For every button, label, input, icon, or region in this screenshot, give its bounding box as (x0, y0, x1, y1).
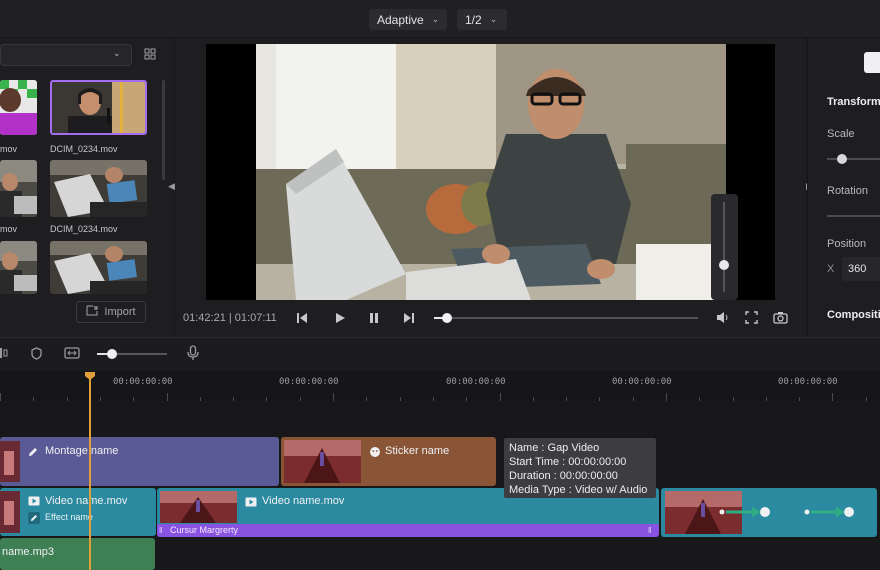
montage-clip-title: Montage name (45, 445, 119, 457)
collapse-left-icon[interactable]: ◀ (168, 181, 175, 192)
ruler-timecode: 00:00:00:00 (279, 377, 339, 387)
media-scrollbar[interactable] (162, 80, 165, 180)
time-display: 01:42:21 | 01:07:11 (183, 312, 277, 324)
media-thumbnail[interactable] (0, 241, 37, 294)
ruler-tick (167, 393, 168, 401)
ruler-tick (500, 393, 501, 401)
media-item-label: DCIM_0234.mov (50, 144, 118, 154)
fit-width-icon[interactable] (64, 347, 80, 362)
clip-info-tooltip: Name : Gap Video Start Time : 00:00:00:0… (504, 438, 656, 498)
skip-forward-icon[interactable] (403, 312, 415, 327)
media-filter-dropdown[interactable]: ⌄ (0, 44, 132, 66)
tooltip-start-time: Start Time : 00:00:00:00 (509, 456, 627, 468)
video-icon (28, 496, 40, 509)
drag-handle-icon[interactable]: ‖ (648, 526, 651, 535)
ruler-ticks (0, 393, 880, 401)
import-label: Import (104, 306, 136, 318)
transform-header: Transform (827, 96, 880, 108)
sticker-clip[interactable]: Sticker name (281, 437, 496, 486)
scale-slider-knob[interactable] (837, 154, 847, 164)
volume-track (723, 202, 725, 292)
montage-clip[interactable]: Montage name (0, 437, 279, 486)
timeline-ruler[interactable]: 00:00:00:00 00:00:00:00 00:00:00:00 00:0… (0, 371, 880, 401)
video-clip[interactable]: Video name.mov Effect name (0, 488, 156, 536)
quality-dropdown[interactable]: Adaptive ⌄ (369, 9, 447, 30)
rotation-slider[interactable] (827, 215, 880, 217)
scale-label: Scale (827, 128, 855, 140)
media-thumbnail[interactable] (0, 160, 37, 217)
camera-icon[interactable] (773, 311, 788, 327)
tooltip-media-type: Media Type : Video w/ Audio (509, 484, 648, 496)
volume-slider[interactable] (711, 194, 738, 300)
media-item-label: DCIM_0234.mov (50, 224, 118, 234)
editor-window: Adaptive ⌄ 1/2 ⌄ ⌄ mov DCIM_0234.mov mov… (0, 0, 880, 570)
video-clip[interactable] (661, 488, 877, 537)
chevron-down-icon: ⌄ (489, 14, 498, 24)
quality-dropdown-label: Adaptive (377, 12, 424, 27)
keyframe-arrows[interactable] (716, 504, 876, 520)
video-preview-image (256, 44, 726, 300)
tooltip-duration: Duration : 00:00:00:00 (509, 470, 618, 482)
sticker-clip-title: Sticker name (385, 445, 450, 457)
position-label: Position (827, 238, 867, 250)
volume-icon[interactable] (716, 311, 730, 327)
import-icon (86, 305, 98, 319)
video-clip-title: Video name.mov (262, 495, 345, 507)
video-clip-title: Video name.mov (45, 495, 128, 507)
grid-view-icon[interactable] (144, 48, 156, 60)
ruler-timecode: 00:00:00:00 (778, 377, 838, 387)
ruler-timecode: 00:00:00:00 (113, 377, 173, 387)
media-item-label: mov (0, 224, 18, 234)
rotation-label: Rotation (827, 185, 868, 197)
drag-handle-icon[interactable]: ‖ (159, 526, 162, 535)
skip-back-icon[interactable] (296, 312, 308, 327)
video-icon (245, 497, 257, 510)
ruler-tick (832, 393, 833, 401)
playhead-handle-icon[interactable] (84, 371, 96, 384)
media-thumbnail[interactable] (0, 80, 37, 135)
import-button[interactable]: Import (76, 301, 146, 323)
ruler-tick (333, 393, 334, 401)
compositing-header: Compositi (827, 309, 880, 321)
chevron-down-icon: ⌄ (113, 48, 121, 58)
media-thumbnail[interactable] (50, 160, 147, 217)
ruler-timecode: 00:00:00:00 (612, 377, 672, 387)
split-icon[interactable] (0, 347, 8, 362)
media-item-label: mov (0, 144, 18, 154)
position-x-input[interactable]: 360 (842, 257, 880, 281)
properties-tab-button[interactable] (864, 52, 880, 73)
zoom-slider[interactable] (97, 349, 167, 359)
chevron-down-icon: ⌄ (431, 14, 440, 24)
resolution-dropdown[interactable]: 1/2 ⌄ (457, 9, 507, 30)
effect-icon (28, 512, 40, 524)
audio-clip[interactable]: name.mp3 (0, 538, 155, 570)
pause-icon[interactable] (368, 312, 380, 327)
audio-clip-title: name.mp3 (2, 546, 54, 558)
ruler-tick (0, 393, 1, 401)
volume-knob[interactable] (719, 260, 729, 270)
zoom-slider-knob[interactable] (107, 349, 117, 359)
playback-progress-bar[interactable] (434, 313, 698, 323)
fullscreen-icon[interactable] (745, 311, 758, 327)
effect-name: Effect name (45, 512, 93, 522)
cursor-property-label: Cursur Margrerty (170, 525, 239, 535)
cursor-property-bar[interactable]: ‖ Cursur Margrerty ‖ (157, 524, 659, 537)
resolution-dropdown-label: 1/2 (465, 12, 482, 27)
tooltip-name: Name : Gap Video (509, 442, 600, 454)
sticker-icon (369, 446, 381, 461)
ruler-tick (666, 393, 667, 401)
ruler-timecode: 00:00:00:00 (446, 377, 506, 387)
position-x-label: X (827, 263, 835, 275)
media-thumbnail[interactable] (50, 241, 147, 294)
microphone-icon[interactable] (187, 345, 199, 364)
media-thumbnail-selected[interactable] (50, 80, 147, 135)
scale-slider[interactable] (827, 154, 880, 164)
playhead[interactable] (89, 372, 91, 570)
pencil-icon (27, 446, 39, 461)
shield-icon[interactable] (31, 347, 42, 363)
play-icon[interactable] (334, 312, 346, 327)
